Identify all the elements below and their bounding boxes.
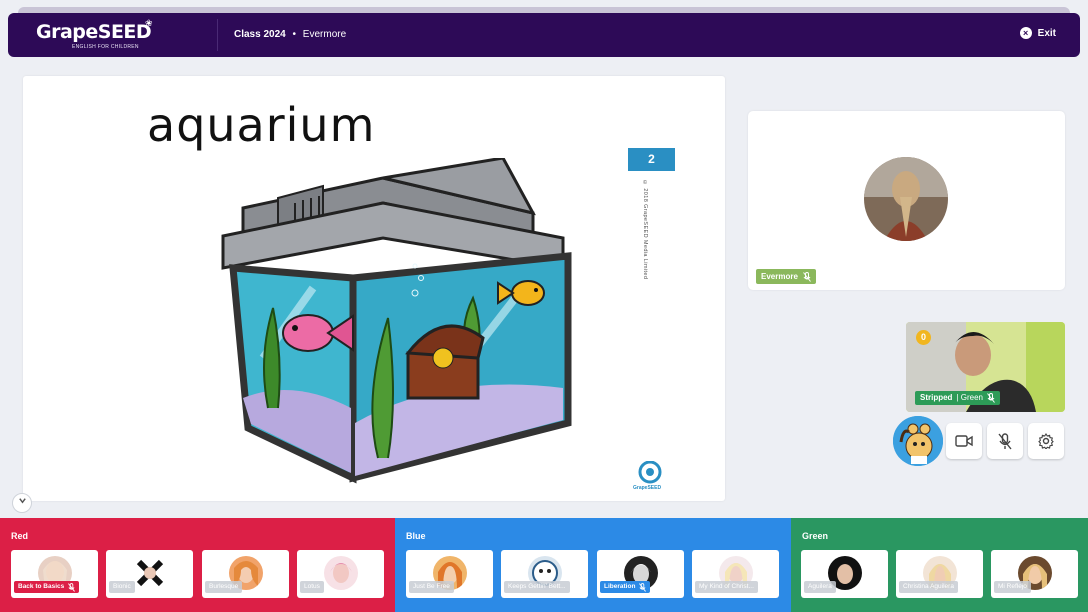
student-name-tag: Lotus <box>300 581 324 593</box>
student-card[interactable]: My Kind of Christ... <box>692 550 779 598</box>
collapse-slide-button[interactable] <box>12 493 32 513</box>
logo-text: GrapeSEED <box>36 21 152 43</box>
student-name: Just Be Free <box>413 583 450 590</box>
exit-label: Exit <box>1037 27 1056 39</box>
student-name-tag: Mi Reflejo <box>994 581 1031 593</box>
close-circle-icon: × <box>1019 27 1032 39</box>
student-avatar <box>133 556 167 590</box>
student-name: My Kind of Christ... <box>699 583 754 590</box>
microphone-muted-icon <box>803 271 811 282</box>
settings-button[interactable] <box>1028 423 1064 459</box>
student-card[interactable]: Bionic <box>106 550 193 598</box>
slide-page-number: 2 <box>628 148 675 171</box>
mascot-avatar[interactable] <box>893 416 943 466</box>
team-bar: Red Back to Basics Bionic Burlesque Lotu… <box>0 518 1088 612</box>
exit-button[interactable]: × Exit <box>1019 27 1056 39</box>
grapeseed-slide-logo: GrapeSEED <box>633 460 667 493</box>
team-name: Red <box>11 531 29 541</box>
microphone-muted-icon <box>987 393 995 403</box>
student-card[interactable]: Mi Reflejo <box>991 550 1078 598</box>
class-breadcrumb: Class 2024 • Evermore <box>234 29 346 40</box>
chevron-down-icon <box>18 498 26 504</box>
aquarium-illustration <box>221 158 572 484</box>
room-name: Evermore <box>302 29 347 40</box>
microphone-muted-icon <box>68 582 76 592</box>
microphone-toggle-button[interactable] <box>987 423 1023 459</box>
team-red: Red Back to Basics Bionic Burlesque Lotu… <box>0 518 395 612</box>
class-name: Class 2024 <box>234 29 286 40</box>
teacher-video-card: Evermore <box>748 111 1065 290</box>
student-name-tag: Christina Aguilera <box>899 581 958 593</box>
student-card[interactable]: Keeps Gettin' Bett... <box>501 550 588 598</box>
header-divider <box>217 19 218 51</box>
student-card[interactable]: Just Be Free <box>406 550 493 598</box>
team-name: Green <box>802 531 829 541</box>
grapeseed-logo: GrapeSEED ❀ ENGLISH FOR CHILDREN <box>36 18 196 51</box>
student-card[interactable]: Liberation <box>597 550 684 598</box>
gear-icon <box>1038 433 1054 449</box>
student-card[interactable]: Back to Basics <box>11 550 98 598</box>
breadcrumb-separator: • <box>292 29 297 40</box>
student-name: Christina Aguilera <box>903 583 954 590</box>
student-name: Mi Reflejo <box>998 583 1027 590</box>
student-name: Liberation <box>604 583 636 590</box>
self-video-tile: 0 Stripped | Green <box>906 322 1065 412</box>
student-avatar <box>324 556 358 590</box>
teacher-name-tag: Evermore <box>756 269 816 284</box>
video-camera-icon <box>955 435 973 447</box>
microphone-muted-icon <box>998 432 1012 449</box>
slide-word: aquarium <box>147 98 376 152</box>
student-name: Back to Basics <box>18 583 65 590</box>
self-name: Stripped <box>920 393 953 402</box>
camera-toggle-button[interactable] <box>946 423 982 459</box>
logo-leaf-icon: ❀ <box>145 18 153 28</box>
student-name: Aguilera <box>808 583 832 590</box>
self-name-tag: Stripped | Green <box>915 391 1000 405</box>
slide-logo-text: GrapeSEED <box>633 485 662 491</box>
teacher-avatar <box>864 157 948 241</box>
student-card[interactable]: Christina Aguilera <box>896 550 983 598</box>
student-name-tag: Liberation <box>600 581 651 593</box>
student-name-tag: Back to Basics <box>14 581 80 593</box>
logo-subtitle: ENGLISH FOR CHILDREN <box>72 44 139 50</box>
student-card[interactable]: Burlesque <box>202 550 289 598</box>
student-card[interactable]: Aguilera <box>801 550 888 598</box>
student-card[interactable]: Lotus <box>297 550 384 598</box>
slide-copyright: © 2018 GrapeSEED Media Limited <box>642 180 648 280</box>
student-name-tag: Burlesque <box>205 581 243 593</box>
team-green: Green Aguilera Christina Aguilera Mi Ref… <box>791 518 1088 612</box>
team-blue: Blue Just Be Free Keeps Gettin' Bett... … <box>395 518 791 612</box>
coin-counter: 0 <box>916 330 931 345</box>
student-name-tag: Keeps Gettin' Bett... <box>504 581 570 593</box>
student-name-tag: My Kind of Christ... <box>695 581 758 593</box>
self-team: | Green <box>956 393 983 402</box>
lesson-slide: aquarium 2 © 2018 GrapeSEED Media Limite… <box>23 76 725 501</box>
student-name-tag: Bionic <box>109 581 135 593</box>
student-name-tag: Just Be Free <box>409 581 454 593</box>
team-name: Blue <box>406 531 426 541</box>
student-name: Burlesque <box>209 583 239 590</box>
microphone-muted-icon <box>639 582 647 592</box>
student-name: Lotus <box>304 583 320 590</box>
student-name: Keeps Gettin' Bett... <box>508 583 566 590</box>
student-name: Bionic <box>113 583 131 590</box>
app-header: GrapeSEED ❀ ENGLISH FOR CHILDREN Class 2… <box>8 13 1080 57</box>
student-name-tag: Aguilera <box>804 581 836 593</box>
grapeseed-mark-icon <box>638 460 662 484</box>
teacher-name: Evermore <box>761 272 798 281</box>
